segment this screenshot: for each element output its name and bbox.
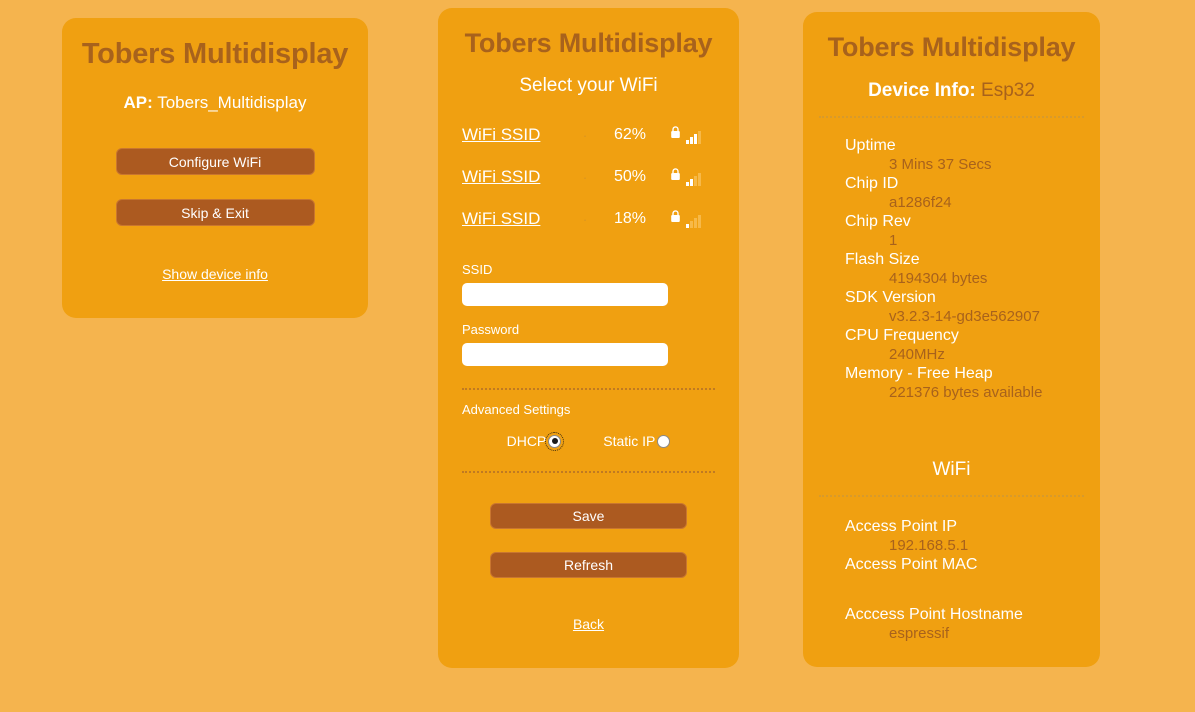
device-info-label: Device Info: [868, 80, 976, 101]
list-item[interactable]: WiFi SSID · 62% [438, 114, 739, 156]
wifi-section-divider [819, 495, 1084, 497]
row-separator-dot: · [582, 211, 588, 227]
info-value: espressif [889, 625, 950, 642]
divider-above-advanced [462, 388, 715, 390]
signal-strength-icon [686, 131, 701, 144]
info-key: SDK Version [845, 289, 936, 306]
dhcp-label: DHCP [506, 433, 547, 449]
save-button[interactable]: Save [490, 503, 687, 529]
wifi-signal-percent: 50% [613, 168, 647, 185]
wifi-network-list: WiFi SSID · 62% WiFi SSID · 50% WiFi SSI… [438, 114, 739, 240]
ap-name-line: AP: Tobers_Multidisplay [62, 93, 368, 113]
wifi-row-icons [670, 210, 701, 228]
static-ip-option[interactable]: Static IP [603, 433, 671, 449]
device-info-heading: Device Info: Esp32 [803, 80, 1100, 102]
wifi-signal-percent: 62% [613, 126, 647, 143]
ssid-label: SSID [462, 262, 493, 277]
select-wifi-subtitle: Select your WiFi [519, 75, 658, 96]
device-info-card: Tobers Multidisplay Device Info: Esp32 U… [803, 12, 1100, 667]
wifi-setup-card: Tobers Multidisplay Select your WiFi WiF… [438, 8, 739, 668]
ap-label: AP: [123, 93, 153, 112]
info-value: v3.2.3-14-gd3e562907 [889, 308, 1040, 325]
static-ip-label: Static IP [603, 433, 656, 449]
info-key: Uptime [845, 137, 896, 154]
signal-strength-icon [686, 215, 701, 228]
ssid-input[interactable] [462, 283, 668, 306]
ap-info-card: Tobers Multidisplay AP: Tobers_Multidisp… [62, 18, 368, 318]
wifi-card-title: Tobers Multidisplay [464, 28, 713, 58]
info-key: Chip Rev [845, 213, 911, 230]
page-title: Tobers Multidisplay [81, 38, 349, 70]
static-ip-radio[interactable] [657, 434, 671, 448]
list-item[interactable]: WiFi SSID · 18% [438, 198, 739, 240]
ip-mode-radio-group: DHCP Static IP [462, 431, 715, 451]
wifi-row-icons [670, 126, 701, 144]
info-key: Acccess Point Hostname [845, 606, 1023, 623]
wifi-ssid-link[interactable]: WiFi SSID [462, 209, 566, 229]
configure-wifi-button[interactable]: Configure WiFi [115, 148, 315, 175]
device-info-divider [819, 116, 1084, 118]
device-info-list: Uptime 3 Mins 37 Secs Chip ID a1286f24 C… [803, 136, 1100, 402]
password-input[interactable] [462, 343, 668, 366]
refresh-button[interactable]: Refresh [490, 552, 687, 578]
advanced-settings-label: Advanced Settings [462, 402, 571, 417]
info-value: 4194304 bytes [889, 270, 988, 287]
info-key: Chip ID [845, 175, 899, 192]
info-value: 1 [889, 232, 898, 249]
info-value: 192.168.5.1 [889, 537, 969, 554]
divider-below-advanced [462, 471, 715, 473]
wifi-credentials-form: SSID Password Advanced Settings DHCP Sta… [438, 262, 739, 632]
dhcp-radio[interactable] [545, 431, 565, 451]
password-label: Password [462, 322, 520, 337]
wifi-signal-percent: 18% [613, 210, 647, 227]
info-value: a1286f24 [889, 194, 952, 211]
wifi-ssid-link[interactable]: WiFi SSID [462, 167, 566, 187]
back-link[interactable]: Back [462, 616, 715, 632]
signal-strength-icon [686, 173, 701, 186]
lock-icon [670, 126, 681, 144]
info-value: 240MHz [889, 346, 945, 363]
info-key: CPU Frequency [845, 327, 959, 344]
lock-icon [670, 210, 681, 228]
wifi-info-list: Access Point IP 192.168.5.1 Access Point… [803, 517, 1100, 643]
wifi-ssid-link[interactable]: WiFi SSID [462, 125, 566, 145]
wifi-row-icons [670, 168, 701, 186]
show-device-info-link[interactable]: Show device info [62, 266, 368, 282]
skip-exit-button[interactable]: Skip & Exit [115, 199, 315, 226]
row-separator-dot: · [582, 169, 588, 185]
page-root: Tobers Multidisplay AP: Tobers_Multidisp… [0, 0, 1195, 712]
password-field-block: Password [462, 322, 715, 366]
list-item[interactable]: WiFi SSID · 50% [438, 156, 739, 198]
ap-value: Tobers_Multidisplay [157, 93, 307, 112]
info-key: Access Point IP [845, 518, 958, 535]
info-value [845, 574, 1100, 593]
dhcp-option[interactable]: DHCP [506, 431, 565, 451]
row-separator-dot: · [582, 127, 588, 143]
info-key: Memory - Free Heap [845, 365, 993, 382]
lock-icon [670, 168, 681, 186]
ssid-field-block: SSID [462, 262, 715, 306]
wifi-section-heading: WiFi [932, 459, 971, 480]
info-key: Flash Size [845, 251, 920, 268]
device-card-title: Tobers Multidisplay [827, 32, 1076, 62]
info-value: 3 Mins 37 Secs [889, 156, 992, 173]
info-value: 221376 bytes available [889, 384, 1043, 401]
info-key: Access Point MAC [845, 556, 978, 573]
device-info-value: Esp32 [981, 80, 1035, 101]
